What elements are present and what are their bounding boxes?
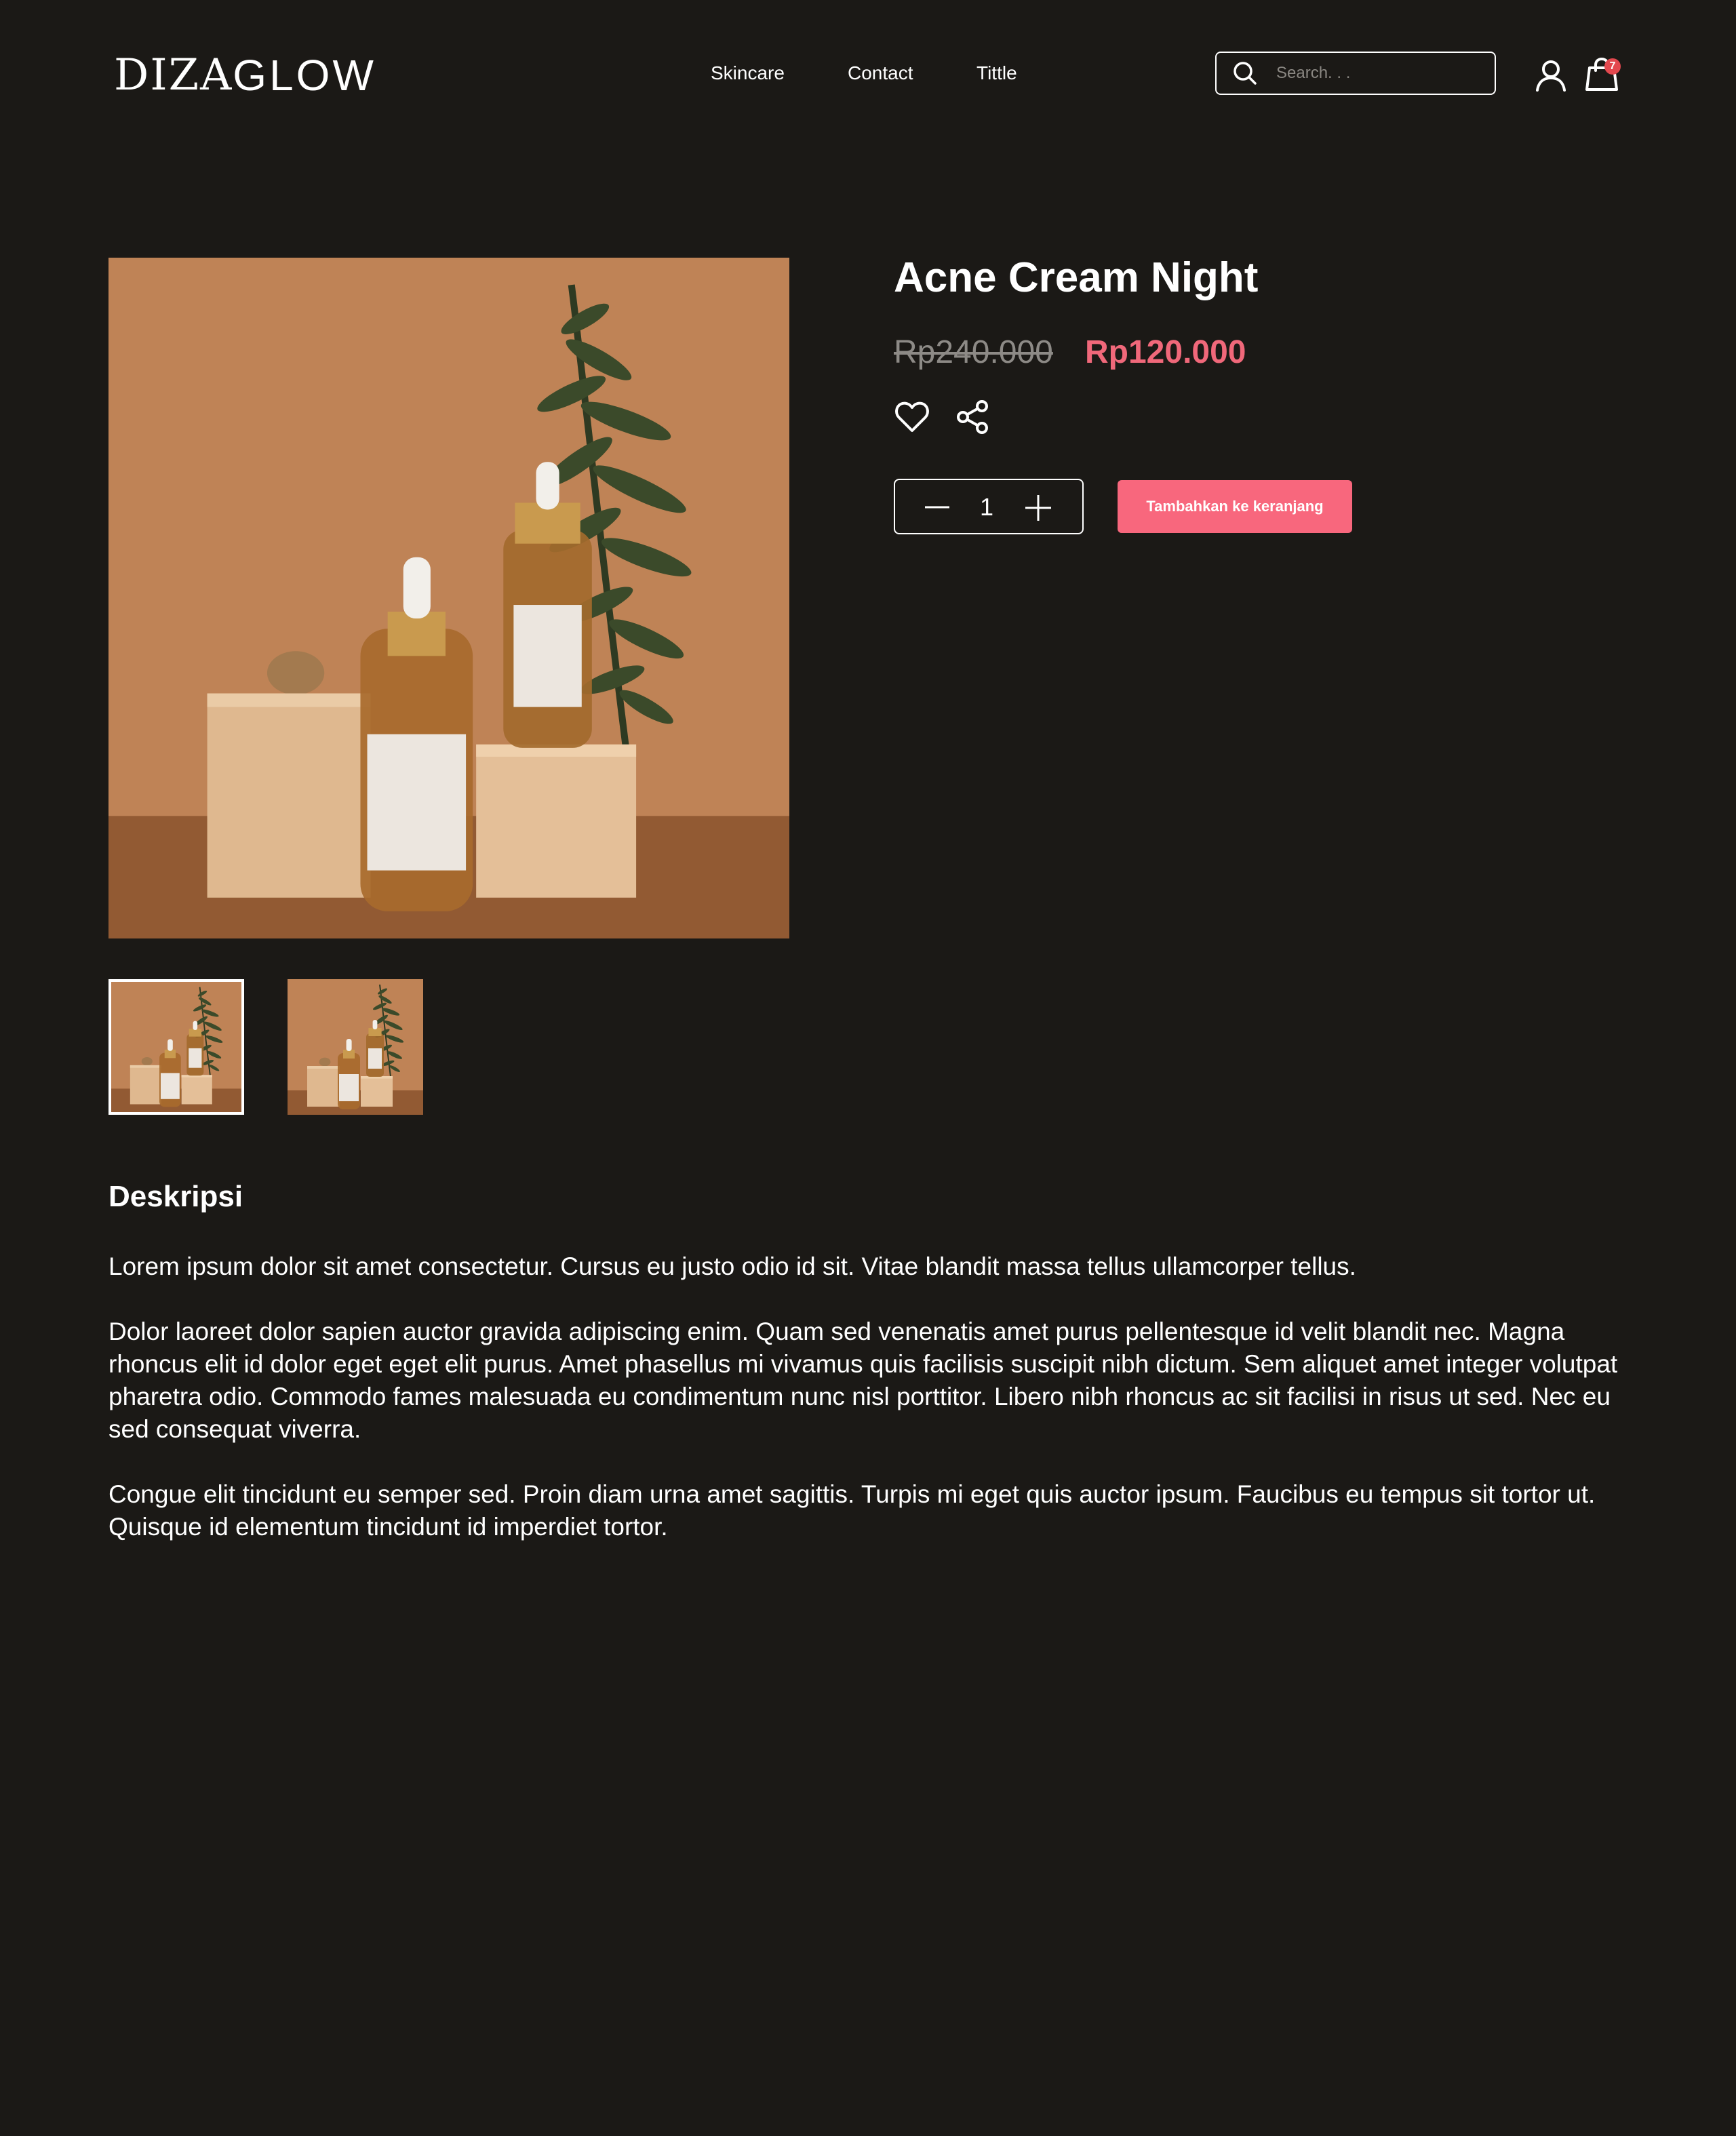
cart-count-badge: 7 <box>1604 58 1621 75</box>
original-price: Rp240.000 <box>894 334 1053 370</box>
product-title: Acne Cream Night <box>894 254 1259 301</box>
add-to-cart-button[interactable]: Tambahkan ke keranjang <box>1118 480 1352 533</box>
user-icon[interactable] <box>1534 58 1568 92</box>
description-title: Deskripsi <box>108 1180 243 1213</box>
quantity-value: 1 <box>979 493 994 521</box>
share-icon[interactable] <box>955 399 991 435</box>
quantity-stepper: 1 <box>894 479 1084 534</box>
brand-logo[interactable]: DIZA GLOW <box>114 50 376 100</box>
product-main-image <box>108 258 789 938</box>
search-input[interactable] <box>1275 63 1488 83</box>
search-icon <box>1234 62 1257 85</box>
sale-price: Rp120.000 <box>1085 334 1246 370</box>
nav-tittle[interactable]: Tittle <box>976 60 1017 87</box>
description-paragraph-3: Congue elit tincidunt eu semper sed. Pro… <box>108 1480 1596 1541</box>
nav-contact[interactable]: Contact <box>848 60 913 87</box>
product-thumbnail-1[interactable] <box>108 979 244 1115</box>
heart-icon[interactable] <box>894 399 930 435</box>
description-paragraph-1: Lorem ipsum dolor sit amet consectetur. … <box>108 1252 1356 1280</box>
plus-icon[interactable] <box>1024 494 1052 522</box>
product-thumbnail-2[interactable] <box>288 979 423 1115</box>
logo-text-bold: DIZA <box>114 50 233 100</box>
minus-icon[interactable] <box>924 495 951 519</box>
logo-text-light: GLOW <box>233 51 376 100</box>
description-paragraph-2: Dolor laoreet dolor sapien auctor gravid… <box>108 1318 1618 1443</box>
search-box[interactable] <box>1215 52 1496 95</box>
nav-skincare[interactable]: Skincare <box>711 60 785 87</box>
